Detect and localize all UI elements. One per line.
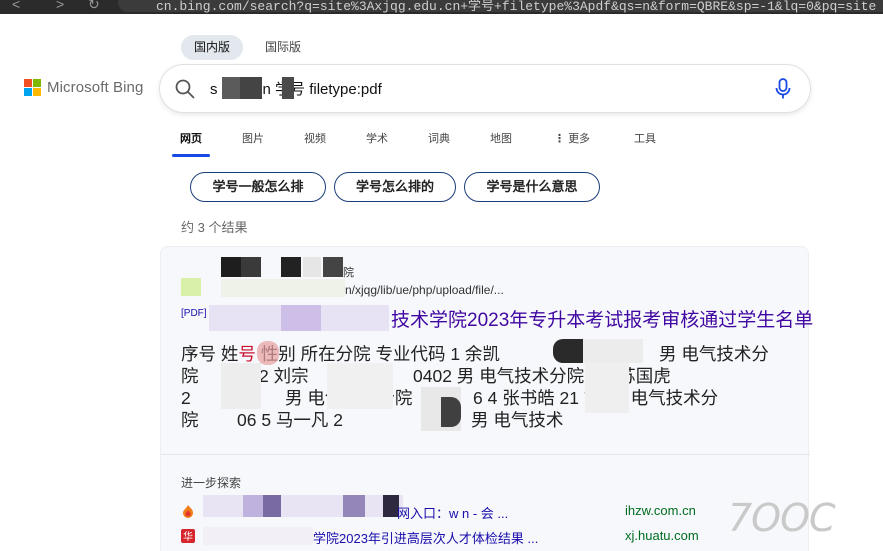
redaction-block: [303, 257, 321, 277]
search-input[interactable]: [210, 75, 770, 102]
scope-academic[interactable]: 学术: [366, 130, 388, 146]
snippet-text: 性别 所在分院 专业代码 1 余凯: [255, 344, 500, 364]
watermark: 7OOC: [728, 496, 836, 540]
redaction-block: [221, 279, 345, 297]
logo-text: Microsoft Bing: [47, 79, 144, 96]
redaction-block: [221, 363, 261, 409]
bing-logo[interactable]: Microsoft Bing: [24, 79, 143, 96]
redaction-block: [203, 495, 403, 517]
further-explore-label: 进一步探索: [181, 476, 242, 490]
redaction-block: [343, 495, 365, 517]
result-title[interactable]: 技术学院2023年专升本考试报考审核通过学生名单: [391, 305, 813, 332]
snippet-text: 男 电气技术分: [659, 344, 769, 364]
result-card: 院 n/xjqg/lib/ue/php/upload/file/... [PDF…: [160, 246, 813, 551]
scope-maps[interactable]: 地图: [490, 130, 512, 146]
scope-more-label: 更多: [568, 133, 591, 145]
reload-icon[interactable]: ↻: [88, 0, 100, 13]
redaction-block: [281, 257, 301, 277]
scope-more[interactable]: ⋮ 更多: [554, 130, 590, 146]
site-name: 院: [343, 267, 354, 279]
site-favicon[interactable]: [181, 278, 201, 296]
tab-domestic[interactable]: 国内版: [181, 35, 244, 60]
redaction-block: [263, 495, 281, 517]
redaction-block: [243, 495, 263, 517]
redaction-block: [282, 77, 294, 99]
redaction-block: [441, 397, 461, 427]
tab-international[interactable]: 国际版: [252, 35, 314, 60]
related-link-2[interactable]: 学院2023年引进高层次人才体检结果 ...: [313, 528, 538, 547]
bing-search-page: < > ↻ cn.bing.com/search?q=site%3Axjqg.e…: [0, 0, 883, 551]
pdf-tag: [PDF]: [181, 308, 207, 319]
search-box: [160, 65, 810, 112]
redaction-block: [585, 363, 629, 413]
scope-dictionary[interactable]: 词典: [428, 130, 450, 146]
snippet-text: 院: [181, 366, 199, 386]
snippet-highlight: 号: [238, 344, 256, 364]
result-count: 约 3 个结果: [181, 220, 248, 235]
redaction-block: [203, 527, 313, 545]
snippet-text: 0402 男 电气技术分院 4 3 苏国虎: [413, 366, 671, 386]
redaction-block: [323, 257, 343, 277]
snippet-text: 2 刘宗: [259, 366, 309, 386]
scope-videos[interactable]: 视频: [304, 130, 326, 146]
snippet-text: 院: [181, 410, 199, 430]
svg-text:华: 华: [183, 530, 193, 543]
forward-icon[interactable]: >: [56, 0, 64, 12]
snippet-text: 序号 姓: [181, 344, 239, 364]
related-chip-2[interactable]: 学号怎么排的: [334, 172, 456, 202]
microsoft-logo-icon: [24, 79, 41, 96]
result-cite: n/xjqg/lib/ue/php/upload/file/...: [345, 283, 504, 297]
search-icon[interactable]: [174, 78, 196, 100]
redaction-block: [327, 363, 393, 409]
fire-icon: [183, 505, 193, 518]
url-text: cn.bing.com/search?q=site%3Axjqg.edu.cn+…: [156, 0, 877, 14]
microphone-icon[interactable]: [774, 78, 792, 100]
back-icon[interactable]: <: [12, 0, 20, 12]
related-domain-1: ihzw.com.cn: [625, 503, 696, 518]
active-scope-indicator: [172, 154, 210, 157]
card-divider: [161, 454, 810, 455]
related-domain-2: xj.huatu.com: [625, 528, 699, 543]
redaction-block: [222, 77, 240, 99]
more-vertical-icon: ⋮: [554, 133, 569, 145]
redaction-block: [240, 77, 262, 99]
redaction-block: [281, 305, 321, 331]
browser-address-bar: < > ↻ cn.bing.com/search?q=site%3Axjqg.e…: [0, 0, 883, 14]
scope-web[interactable]: 网页: [180, 130, 202, 146]
scope-tools[interactable]: 工具: [634, 130, 656, 146]
snippet-text: 06 5 马一凡 2: [237, 410, 344, 430]
related-chip-1[interactable]: 学号一般怎么排: [190, 172, 326, 202]
redaction-block: [241, 257, 261, 277]
huatu-icon: 华: [181, 529, 195, 543]
related-link-1[interactable]: 网入口：w n - 会 ...: [397, 503, 508, 522]
snippet-text: 男 电气技术: [471, 410, 564, 430]
scope-images[interactable]: 图片: [242, 130, 264, 146]
redaction-block: [257, 341, 279, 365]
redaction-block: [583, 339, 643, 363]
redaction-block: [221, 257, 241, 277]
snippet-text: 2: [181, 388, 191, 408]
related-chip-3[interactable]: 学号是什么意思: [464, 172, 600, 202]
